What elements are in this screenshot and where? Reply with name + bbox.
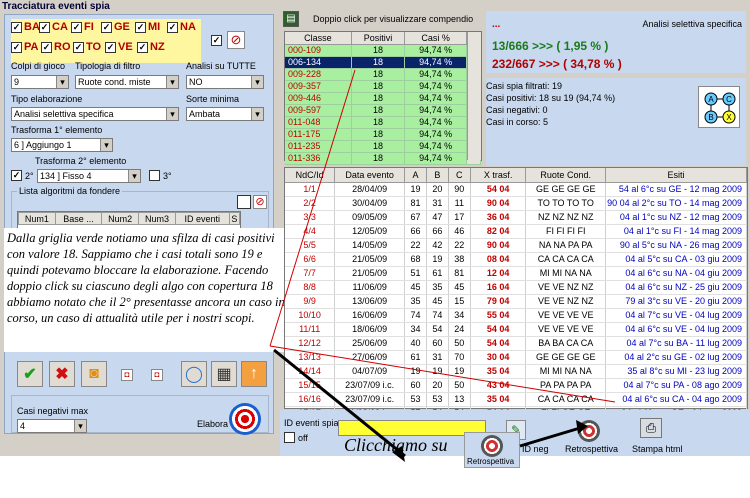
main-window: Tracciatura eventi spia BACAFIGEMINAPARO… [0, 0, 750, 498]
annotation-arrows [269, 69, 616, 462]
